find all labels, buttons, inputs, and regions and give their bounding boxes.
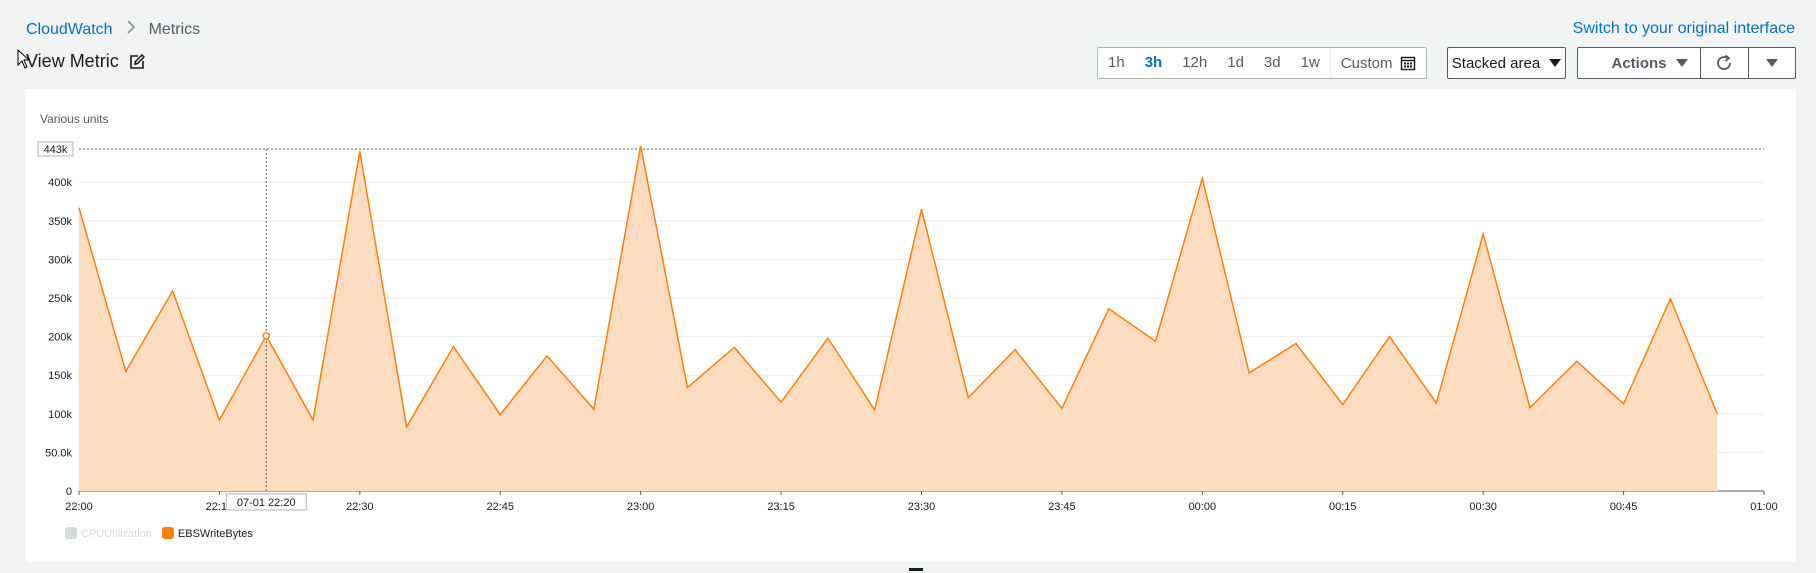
- x-tick-label: 22:45: [486, 501, 514, 513]
- max-value-label: 443k: [44, 144, 68, 156]
- x-tick-label: 23:45: [1048, 501, 1076, 513]
- hover-time-label: 07-01 22:20: [237, 497, 296, 509]
- y-tick-label: 250k: [48, 293, 72, 305]
- y-tick-label: 200k: [48, 332, 72, 344]
- x-tick-label: 22:30: [346, 501, 374, 513]
- legend-swatch-ebswritebytes[interactable]: [161, 527, 174, 539]
- hover-point: [262, 332, 270, 340]
- metric-chart: 0 50.0k 100k 150k 200k 250k 300k 350k 400k 443k 22…: [37, 141, 1778, 540]
- y-tick-label: 0: [66, 486, 72, 498]
- y-tick-label: 300k: [48, 254, 72, 266]
- x-tick-label: 22:00: [65, 501, 93, 513]
- series-area-ebswritebytes: [79, 145, 1718, 491]
- y-tick-label: 400k: [48, 177, 72, 189]
- y-tick-label: 350k: [48, 216, 72, 228]
- y-tick-label: 50.0k: [45, 447, 72, 459]
- resize-handle[interactable]: [909, 568, 923, 571]
- legend-swatch-cpuutilization[interactable]: [65, 527, 77, 539]
- x-tick-label: 01:00: [1750, 501, 1778, 513]
- x-tick-label: 23:15: [767, 501, 795, 513]
- y-tick-label: 100k: [48, 409, 72, 421]
- x-tick-label: 23:00: [627, 501, 655, 513]
- x-tick-label: 23:30: [908, 501, 936, 513]
- x-tick-label: 00:45: [1610, 501, 1638, 513]
- y-tick-label: 150k: [48, 370, 72, 382]
- x-tick-label: 00:30: [1469, 501, 1497, 513]
- legend-item-cpuutilization[interactable]: CPUUtilization: [81, 528, 152, 540]
- x-tick-label: 00:00: [1189, 501, 1217, 513]
- x-tick-label: 00:15: [1329, 501, 1357, 513]
- legend-item-ebswritebytes[interactable]: EBSWriteBytes: [178, 528, 253, 540]
